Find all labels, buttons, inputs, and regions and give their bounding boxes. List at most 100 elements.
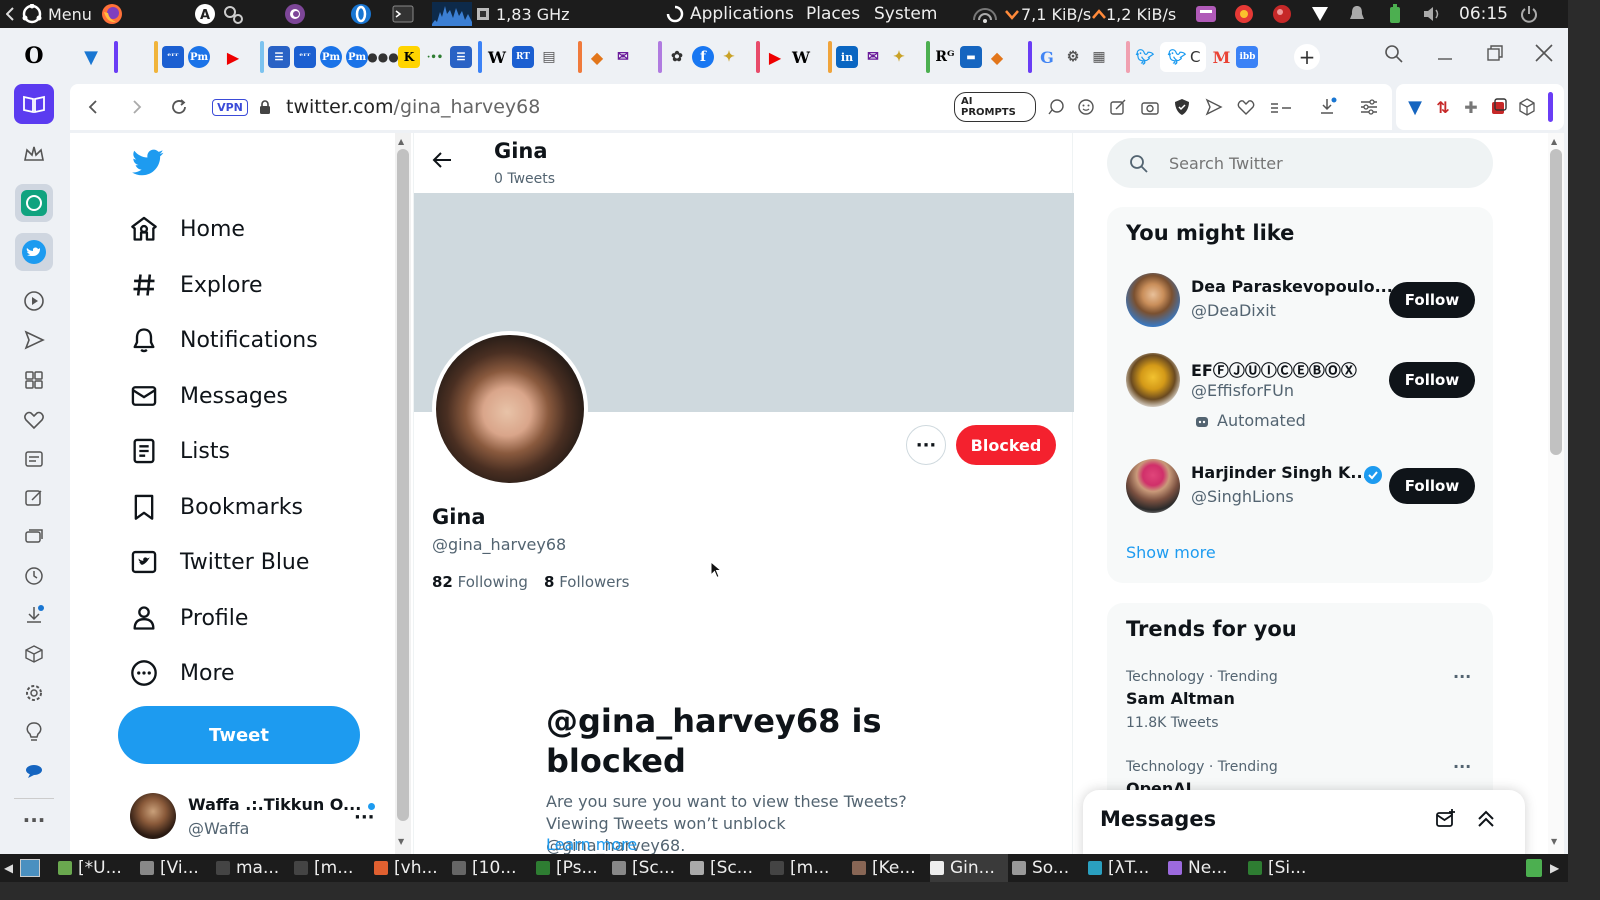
panel-left-arrow[interactable]: [6, 0, 14, 28]
taskbar-item[interactable]: [Ke...: [852, 854, 926, 882]
nav-messages[interactable]: Messages: [130, 374, 288, 418]
tab-favicon-icon[interactable]: ▤: [538, 46, 560, 68]
wikipedia-tab-icon[interactable]: W: [486, 46, 508, 68]
follow-button[interactable]: Follow: [1389, 282, 1475, 318]
translate-extension-icon[interactable]: ⇅: [1430, 84, 1456, 130]
follow-button[interactable]: Follow: [1389, 362, 1475, 398]
trend-more-icon[interactable]: ···: [1453, 757, 1471, 776]
youtube-tab-icon[interactable]: ▶: [764, 46, 786, 68]
crown-icon[interactable]: [22, 142, 46, 166]
tab-favicon-icon[interactable]: RT: [512, 46, 534, 68]
expand-chevrons-icon[interactable]: [1475, 808, 1497, 834]
suggestion-item[interactable]: Harjinder Singh K... @SinghLions Follow: [1107, 451, 1493, 519]
forward-icon[interactable]: [122, 84, 152, 130]
emoji-icon[interactable]: [1074, 84, 1098, 130]
tab-favicon-icon[interactable]: ▬: [960, 46, 982, 68]
researchgate-tab-icon[interactable]: Rᴳ: [934, 46, 956, 68]
taskbar-item[interactable]: [m...: [294, 854, 370, 882]
adblock-shield-icon[interactable]: [1170, 84, 1194, 130]
blocked-button[interactable]: Blocked: [956, 425, 1056, 465]
trend-more-icon[interactable]: ···: [1453, 667, 1471, 686]
tab-group[interactable]: 🐦︎ 🐦︎ C M ibb: [1126, 38, 1259, 76]
heart-icon[interactable]: [22, 408, 46, 432]
tab-favicon-icon[interactable]: ibb: [1236, 46, 1259, 68]
workspace-icon[interactable]: [14, 84, 54, 124]
suggestion-item[interactable]: Dea Paraskevopoulo... @DeaDixit Follow: [1107, 265, 1493, 333]
minimize-icon[interactable]: [1436, 44, 1454, 68]
twitter-logo-icon[interactable]: [132, 149, 164, 181]
new-message-icon[interactable]: [1435, 808, 1457, 834]
settings-gear-icon[interactable]: [22, 681, 46, 705]
left-column-scrollbar[interactable]: ▲ ▼: [395, 133, 411, 854]
bookmark-heart-icon[interactable]: [1234, 84, 1258, 130]
nav-notifications[interactable]: Notifications: [130, 318, 318, 362]
puzzle-extension-icon[interactable]: ✚: [1458, 84, 1484, 130]
tweet-button[interactable]: Tweet: [118, 706, 360, 764]
tab-favicon-icon[interactable]: ✦: [718, 46, 740, 68]
speed-dial-icon[interactable]: [22, 368, 46, 392]
vpn-shield-tray-icon[interactable]: [1310, 0, 1330, 28]
mail-tab-icon[interactable]: ✉: [862, 46, 884, 68]
taskbar-item[interactable]: ma...: [216, 854, 290, 882]
tab-favicon-icon[interactable]: ☰: [450, 46, 472, 68]
facebook-tab-icon[interactable]: f: [692, 46, 714, 68]
tab-favicon-icon[interactable]: ⚙: [1062, 46, 1084, 68]
tab-favicon-icon[interactable]: ●●●: [367, 46, 398, 68]
google-tab-icon[interactable]: G: [1036, 46, 1058, 68]
taskbar-item[interactable]: [Sc...: [690, 854, 766, 882]
nav-home[interactable]: Home: [130, 207, 245, 251]
tab-favicon-icon[interactable]: ᵉʳʳ: [162, 46, 184, 68]
applications-menu[interactable]: Applications: [666, 0, 794, 28]
firefox-launcher-icon[interactable]: [101, 0, 123, 28]
messenger-bubble-icon[interactable]: [22, 759, 46, 783]
nav-twitter-blue[interactable]: Twitter Blue: [130, 540, 309, 584]
taskbar-item[interactable]: [λT...: [1088, 854, 1164, 882]
taskbar-item[interactable]: [Si...: [1248, 854, 1318, 882]
taskbar-item[interactable]: [m...: [770, 854, 848, 882]
scrollbar-thumb[interactable]: [1550, 149, 1562, 455]
tab-favicon-icon[interactable]: K: [398, 46, 420, 68]
reader-mode-icon[interactable]: [1266, 84, 1296, 130]
lock-icon[interactable]: [256, 84, 274, 130]
taskbar-item[interactable]: [Vi...: [140, 854, 212, 882]
tab-group[interactable]: ◆ ✉: [578, 38, 634, 76]
linkedin-tab-icon[interactable]: in: [836, 46, 858, 68]
media-player-tray-icon[interactable]: [1196, 0, 1216, 28]
opera-logo-icon[interactable]: O: [22, 43, 46, 69]
extensions-cube-icon[interactable]: [22, 642, 46, 666]
sidebar-more-icon[interactable]: ···: [22, 808, 46, 832]
tab-group[interactable]: ☰ ᵉʳʳ Pm Pm ●●● K ·•• ☰: [260, 38, 472, 76]
taskbar-left-arrow-icon[interactable]: ◀: [4, 854, 13, 882]
show-desktop-icon[interactable]: [20, 854, 40, 882]
snapshot-edit-icon[interactable]: [22, 486, 46, 510]
wikipedia-tab-icon[interactable]: W: [790, 46, 812, 68]
nav-more[interactable]: More: [130, 651, 235, 695]
back-icon[interactable]: [78, 84, 108, 130]
nav-explore[interactable]: Explore: [130, 263, 263, 307]
tab-group[interactable]: ✿ f ✦: [658, 38, 740, 76]
learn-more-link[interactable]: Learn more: [546, 835, 637, 854]
profile-more-icon[interactable]: ···: [906, 425, 946, 465]
tab-group[interactable]: ᵉʳʳ Pm ▶: [154, 38, 244, 76]
download-icon[interactable]: [1316, 84, 1340, 130]
taskbar-item[interactable]: [10...: [452, 854, 532, 882]
search-input[interactable]: [1169, 138, 1469, 188]
following-link[interactable]: 82 Following: [432, 573, 528, 591]
account-more-icon[interactable]: ···: [354, 807, 375, 828]
tab-favicon-icon[interactable]: ▦: [1088, 46, 1110, 68]
vivaldi-extension-icon[interactable]: ▼: [1402, 84, 1428, 130]
clock[interactable]: 06:15: [1459, 0, 1508, 28]
new-tab-button[interactable]: +: [1294, 44, 1320, 70]
easy-setup-icon[interactable]: [1356, 84, 1382, 130]
system-menu[interactable]: System: [874, 0, 937, 28]
taskbar-right-arrow-icon[interactable]: ▶: [1550, 854, 1559, 882]
battery-tray-icon[interactable]: [1388, 0, 1402, 28]
player-icon[interactable]: [22, 289, 46, 313]
settings-gears-icon[interactable]: [222, 0, 244, 28]
downloads-icon[interactable]: [22, 603, 46, 627]
edit-icon[interactable]: [1106, 84, 1130, 130]
trash-tray-icon[interactable]: [1526, 854, 1542, 882]
active-tab[interactable]: 🐦︎ C: [1160, 42, 1207, 72]
tab-favicon-icon[interactable]: ✦: [888, 46, 910, 68]
tab-group[interactable]: in ✉ ✦: [828, 38, 910, 76]
